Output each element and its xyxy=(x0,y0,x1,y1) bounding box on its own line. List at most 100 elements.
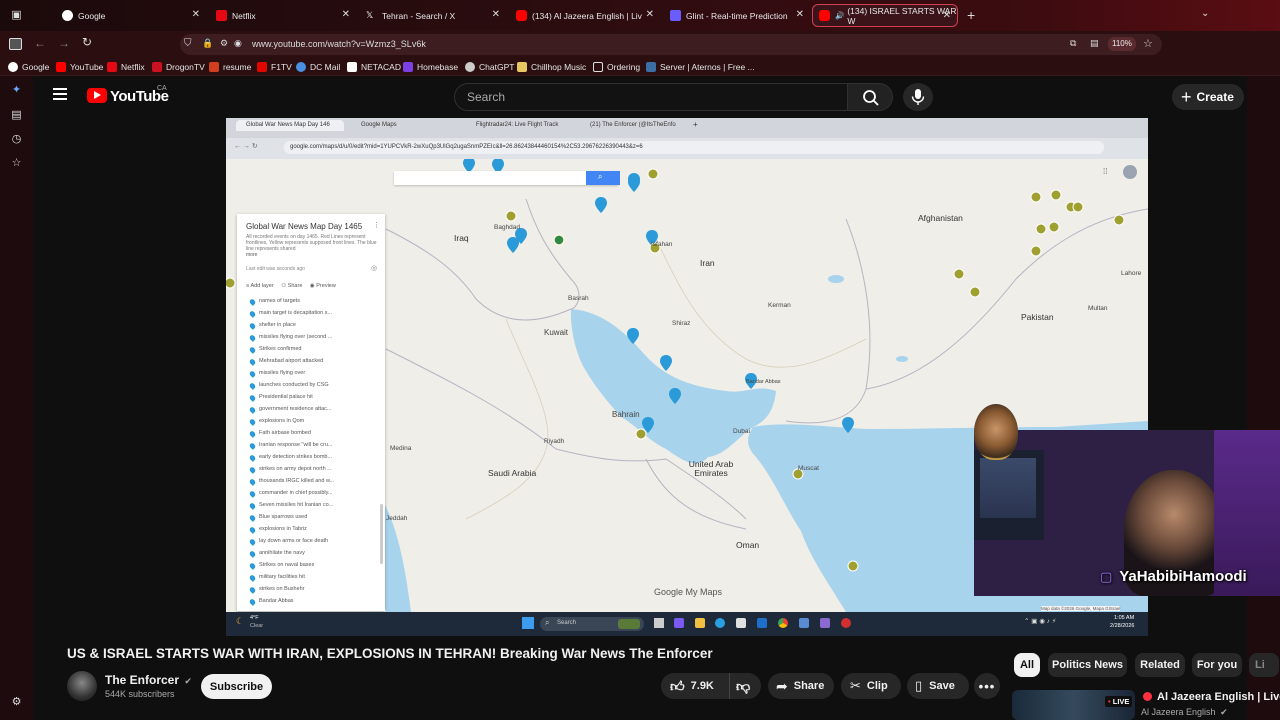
channel-name-text: The Enforcer xyxy=(105,673,180,687)
chip-politics-news[interactable]: Politics News xyxy=(1048,653,1127,677)
chip-related[interactable]: Related xyxy=(1135,653,1185,677)
aternos-icon xyxy=(646,62,656,72)
bookmark-aternos[interactable]: Server | Aternos | Free ... xyxy=(646,61,755,73)
close-icon[interactable]: ✕ xyxy=(192,9,200,20)
zoom-level-badge[interactable]: 110% xyxy=(1108,37,1136,51)
permissions-icon[interactable]: ◉ xyxy=(234,38,242,49)
chip-live[interactable]: Li xyxy=(1249,653,1279,677)
audio-icon[interactable]: 🔊 xyxy=(835,11,844,20)
browser-tab-netflix[interactable]: Netflix ✕ xyxy=(210,4,356,27)
history-icon[interactable]: ◷ xyxy=(10,133,23,146)
bookmark-f1tv[interactable]: F1TV xyxy=(257,61,292,73)
browser-tab-active[interactable]: 🔊 (134) ISRAEL STARTS WAR W ✕ xyxy=(812,4,958,27)
map-search-field xyxy=(394,171,618,185)
bookmark-chillhop[interactable]: Chillhop Music xyxy=(517,61,586,73)
clip-label: Clip xyxy=(866,680,888,692)
menu-icon[interactable] xyxy=(53,88,67,90)
video-browser-chrome: Global War News Map Day 146 Google Maps … xyxy=(226,118,1148,159)
lock-icon[interactable]: 🔒 xyxy=(202,38,213,49)
new-tab-icon[interactable]: + xyxy=(967,7,975,23)
live-badge-text: LIVE xyxy=(1112,697,1130,706)
bookmark-chatgpt[interactable]: ChatGPT xyxy=(465,61,514,73)
bookmark-drogontv[interactable]: DrogonTV xyxy=(152,61,205,73)
tab-search-chevron-icon[interactable]: ⌄ xyxy=(1201,8,1209,19)
layer-item: shelter in place xyxy=(259,322,296,328)
dislike-button[interactable]: 👎︎ xyxy=(729,673,761,699)
create-button[interactable]: + Create xyxy=(1172,84,1244,110)
save-button[interactable]: ▯ Save xyxy=(907,673,969,699)
bookmark-youtube[interactable]: YouTube xyxy=(56,61,103,73)
add-layer-icon: ≡ xyxy=(246,283,250,289)
close-icon[interactable]: ✕ xyxy=(492,9,500,20)
map-search-icon: ⌕ xyxy=(598,172,603,181)
bookmark-netflix[interactable]: Netflix xyxy=(107,61,145,73)
reload-icon[interactable]: ↻ xyxy=(82,35,92,49)
back-icon[interactable]: ← xyxy=(34,36,46,50)
map-label-multan: Multan xyxy=(1088,305,1108,312)
settings-gear-icon[interactable]: ⚙ xyxy=(10,696,23,709)
bookmark-label: ChatGPT xyxy=(479,62,515,72)
search-input[interactable]: Search xyxy=(454,83,848,111)
browser-tab-google[interactable]: Google ✕ xyxy=(56,4,206,27)
sidebar-toggle-icon[interactable] xyxy=(9,38,22,50)
youtube-logo-icon[interactable] xyxy=(87,88,107,103)
sparkle-icon[interactable]: ✦ xyxy=(10,84,23,97)
google-icon xyxy=(8,62,18,72)
bookmark-label: DrogonTV xyxy=(166,62,205,72)
bookmark-netacad[interactable]: NETACAD xyxy=(347,61,401,73)
related-video-title[interactable]: Al Jazeera English | Live xyxy=(1157,691,1280,703)
chip-for-you[interactable]: For you xyxy=(1192,653,1242,677)
bookmark-label: Server | Aternos | Free ... xyxy=(660,62,755,72)
layer-pin-icon xyxy=(248,346,257,354)
browser-tab-glint[interactable]: Glint - Real-time Prediction ✕ xyxy=(664,4,810,27)
chip-label: Related xyxy=(1140,659,1180,671)
reading-list-icon[interactable]: ▤ xyxy=(10,109,23,122)
live-indicator-icon xyxy=(1143,692,1152,701)
more-actions-button[interactable]: ••• xyxy=(974,673,1000,699)
layer-pin-icon xyxy=(248,430,257,438)
site-settings-icon[interactable]: ⚙ xyxy=(220,38,228,49)
search-button[interactable] xyxy=(847,83,893,111)
bookmark-dcmail[interactable]: DC Mail xyxy=(296,61,340,73)
like-button[interactable]: 👍︎ 7.9K xyxy=(661,673,729,699)
browser-tab-aljazeera[interactable]: (134) Al Jazeera English | Liv ✕ xyxy=(510,4,660,27)
bookmark-homebase[interactable]: Homebase xyxy=(403,61,458,73)
bookmark-star-icon[interactable]: ☆ xyxy=(1143,37,1153,50)
chip-all[interactable]: All xyxy=(1014,653,1040,677)
layer-item: commander in chief possibly... xyxy=(259,490,333,496)
edge-icon xyxy=(715,618,725,628)
screenshot-icon[interactable]: ⧉ xyxy=(1070,38,1076,49)
more-vert-icon: ⋮ xyxy=(373,222,380,229)
share-button[interactable]: ➦ Share xyxy=(768,673,834,699)
shield-icon[interactable]: ⛉ xyxy=(184,38,192,49)
favorites-icon[interactable]: ☆ xyxy=(10,157,23,170)
netflix-icon xyxy=(107,62,117,72)
taskbar-search-art xyxy=(618,619,640,629)
close-icon[interactable]: ✕ xyxy=(943,10,951,21)
clip-button[interactable]: ✂ Clip xyxy=(841,673,901,699)
close-icon[interactable]: ✕ xyxy=(342,9,350,20)
browser-tab-x[interactable]: 𝕏 Tehran - Search / X ✕ xyxy=(360,4,506,27)
voice-search-button[interactable] xyxy=(903,83,933,111)
channel-name[interactable]: The Enforcer ✔ xyxy=(105,673,192,687)
weather-temp: 4°F xyxy=(250,615,259,621)
map-description-text: All recorded events on day 1465. Red Lin… xyxy=(246,234,377,252)
close-icon[interactable]: ✕ xyxy=(646,9,654,20)
browser-address-bar: ← → ↻ ⛉ 🔒 ⚙ ◉ www.youtube.com/watch?v=Wz… xyxy=(0,31,1280,58)
channel-avatar[interactable] xyxy=(67,671,97,701)
browser-sidebar: ✦ ▤ ◷ ☆ ⚙ xyxy=(0,76,33,720)
bookmark-resume[interactable]: resume xyxy=(209,61,251,73)
reader-view-icon[interactable]: ▤ xyxy=(1090,38,1099,49)
map-label-isfahan: Isfahan xyxy=(651,241,673,248)
bookmark-google[interactable]: Google xyxy=(8,61,49,73)
workspaces-icon[interactable]: ▣ xyxy=(10,9,23,22)
map-label-kuwait: Kuwait xyxy=(544,328,569,337)
subscribe-button[interactable]: Subscribe xyxy=(201,674,272,699)
forward-icon[interactable]: → xyxy=(58,36,70,50)
url-field[interactable]: ⛉ 🔒 ⚙ ◉ www.youtube.com/watch?v=Wzmz3_SL… xyxy=(180,34,1162,55)
taskbar-clock-time: 1:05 AM xyxy=(1114,615,1135,621)
bookmark-ordering[interactable]: Ordering xyxy=(593,61,640,73)
close-icon[interactable]: ✕ xyxy=(796,9,804,20)
homebase-icon xyxy=(403,62,413,72)
layer-item: annihilate the navy xyxy=(259,550,305,556)
